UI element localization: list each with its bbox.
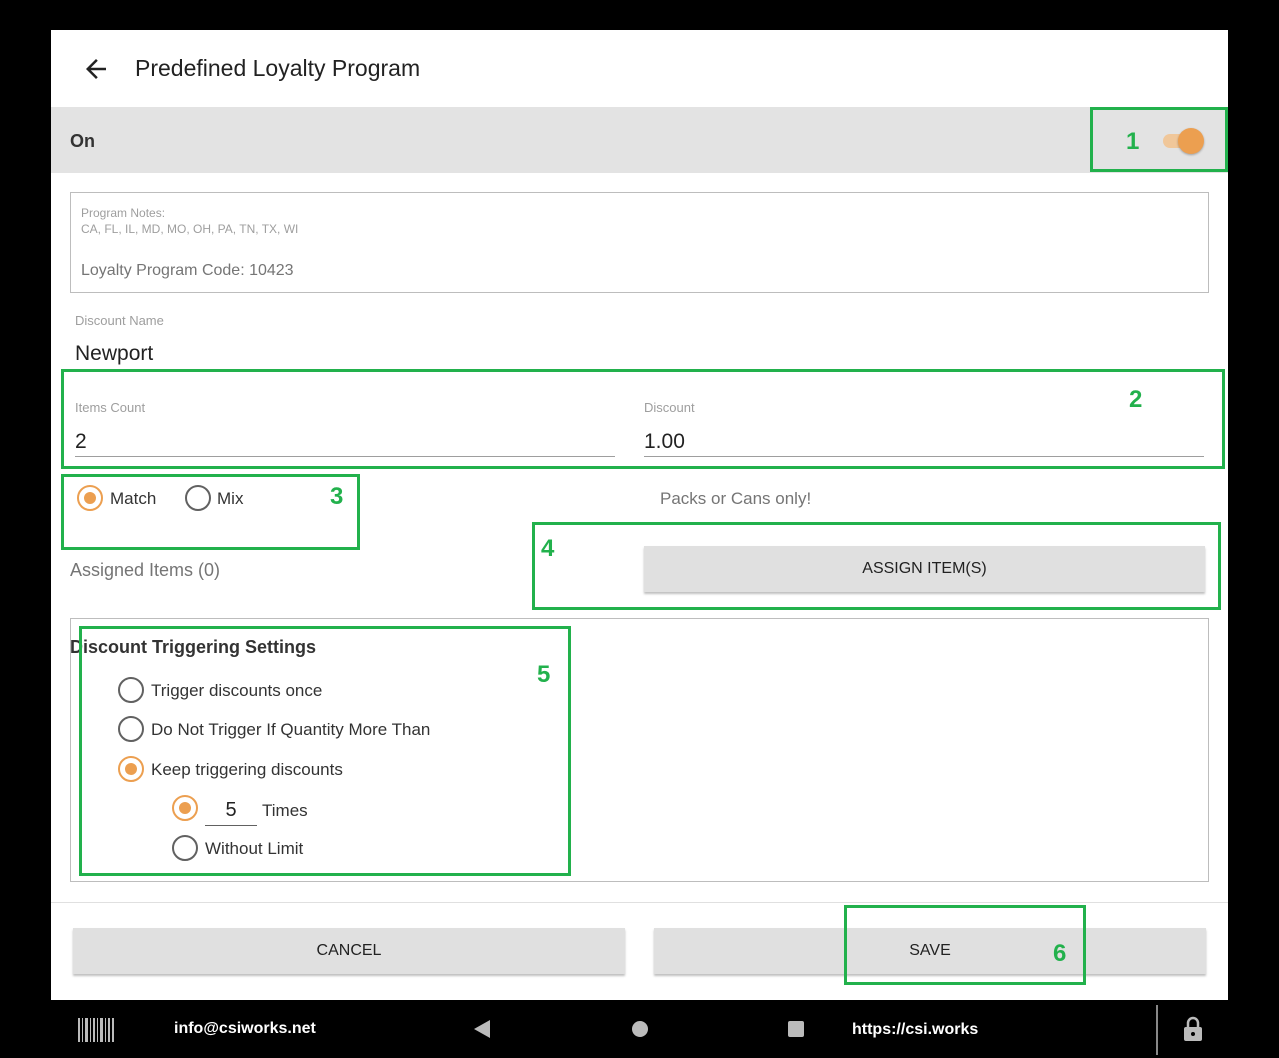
annotation-box-5 [79, 626, 571, 876]
annotation-box-6 [844, 905, 1086, 985]
annotation-number-3: 3 [330, 483, 344, 510]
status-bar: On [51, 107, 1228, 173]
annotation-number-6: 6 [1053, 940, 1067, 967]
support-email: info@csiworks.net [174, 1020, 316, 1037]
annotation-box-2 [61, 369, 1225, 469]
back-arrow-icon[interactable] [81, 54, 111, 84]
nav-back-icon[interactable] [472, 1019, 492, 1039]
app-bar: Predefined Loyalty Program [51, 30, 1228, 107]
annotation-number-2: 2 [1129, 386, 1143, 413]
program-notes-box: Program Notes: CA, FL, IL, MD, MO, OH, P… [70, 192, 1209, 293]
barcode-icon[interactable] [78, 1018, 116, 1042]
website-url: https://csi.works [852, 1021, 979, 1038]
annotation-box-3 [61, 474, 360, 550]
loyalty-program-code: Loyalty Program Code: 10423 [81, 262, 294, 279]
program-notes-states: CA, FL, IL, MD, MO, OH, PA, TN, TX, WI [81, 222, 299, 236]
discount-name-value: Newport [75, 342, 154, 365]
annotation-box-1 [1090, 107, 1228, 172]
cancel-button[interactable]: CANCEL [73, 928, 625, 974]
nav-recents-icon[interactable] [786, 1019, 806, 1039]
status-label: On [70, 131, 95, 151]
program-notes-label: Program Notes: [81, 206, 166, 220]
lock-icon[interactable] [1182, 1016, 1204, 1042]
assigned-items-label: Assigned Items (0) [70, 560, 221, 580]
annotation-number-4: 4 [541, 535, 555, 562]
page-title: Predefined Loyalty Program [135, 55, 421, 81]
system-nav-bar: info@csiworks.net https://csi.works [0, 1000, 1279, 1058]
footer-divider [51, 902, 1228, 903]
annotation-box-4 [532, 522, 1221, 610]
annotation-number-1: 1 [1126, 128, 1140, 155]
nav-divider [1156, 1005, 1158, 1055]
nav-home-icon[interactable] [630, 1019, 650, 1039]
packs-hint: Packs or Cans only! [660, 489, 812, 508]
discount-name-label: Discount Name [75, 313, 164, 328]
annotation-number-5: 5 [537, 661, 551, 688]
